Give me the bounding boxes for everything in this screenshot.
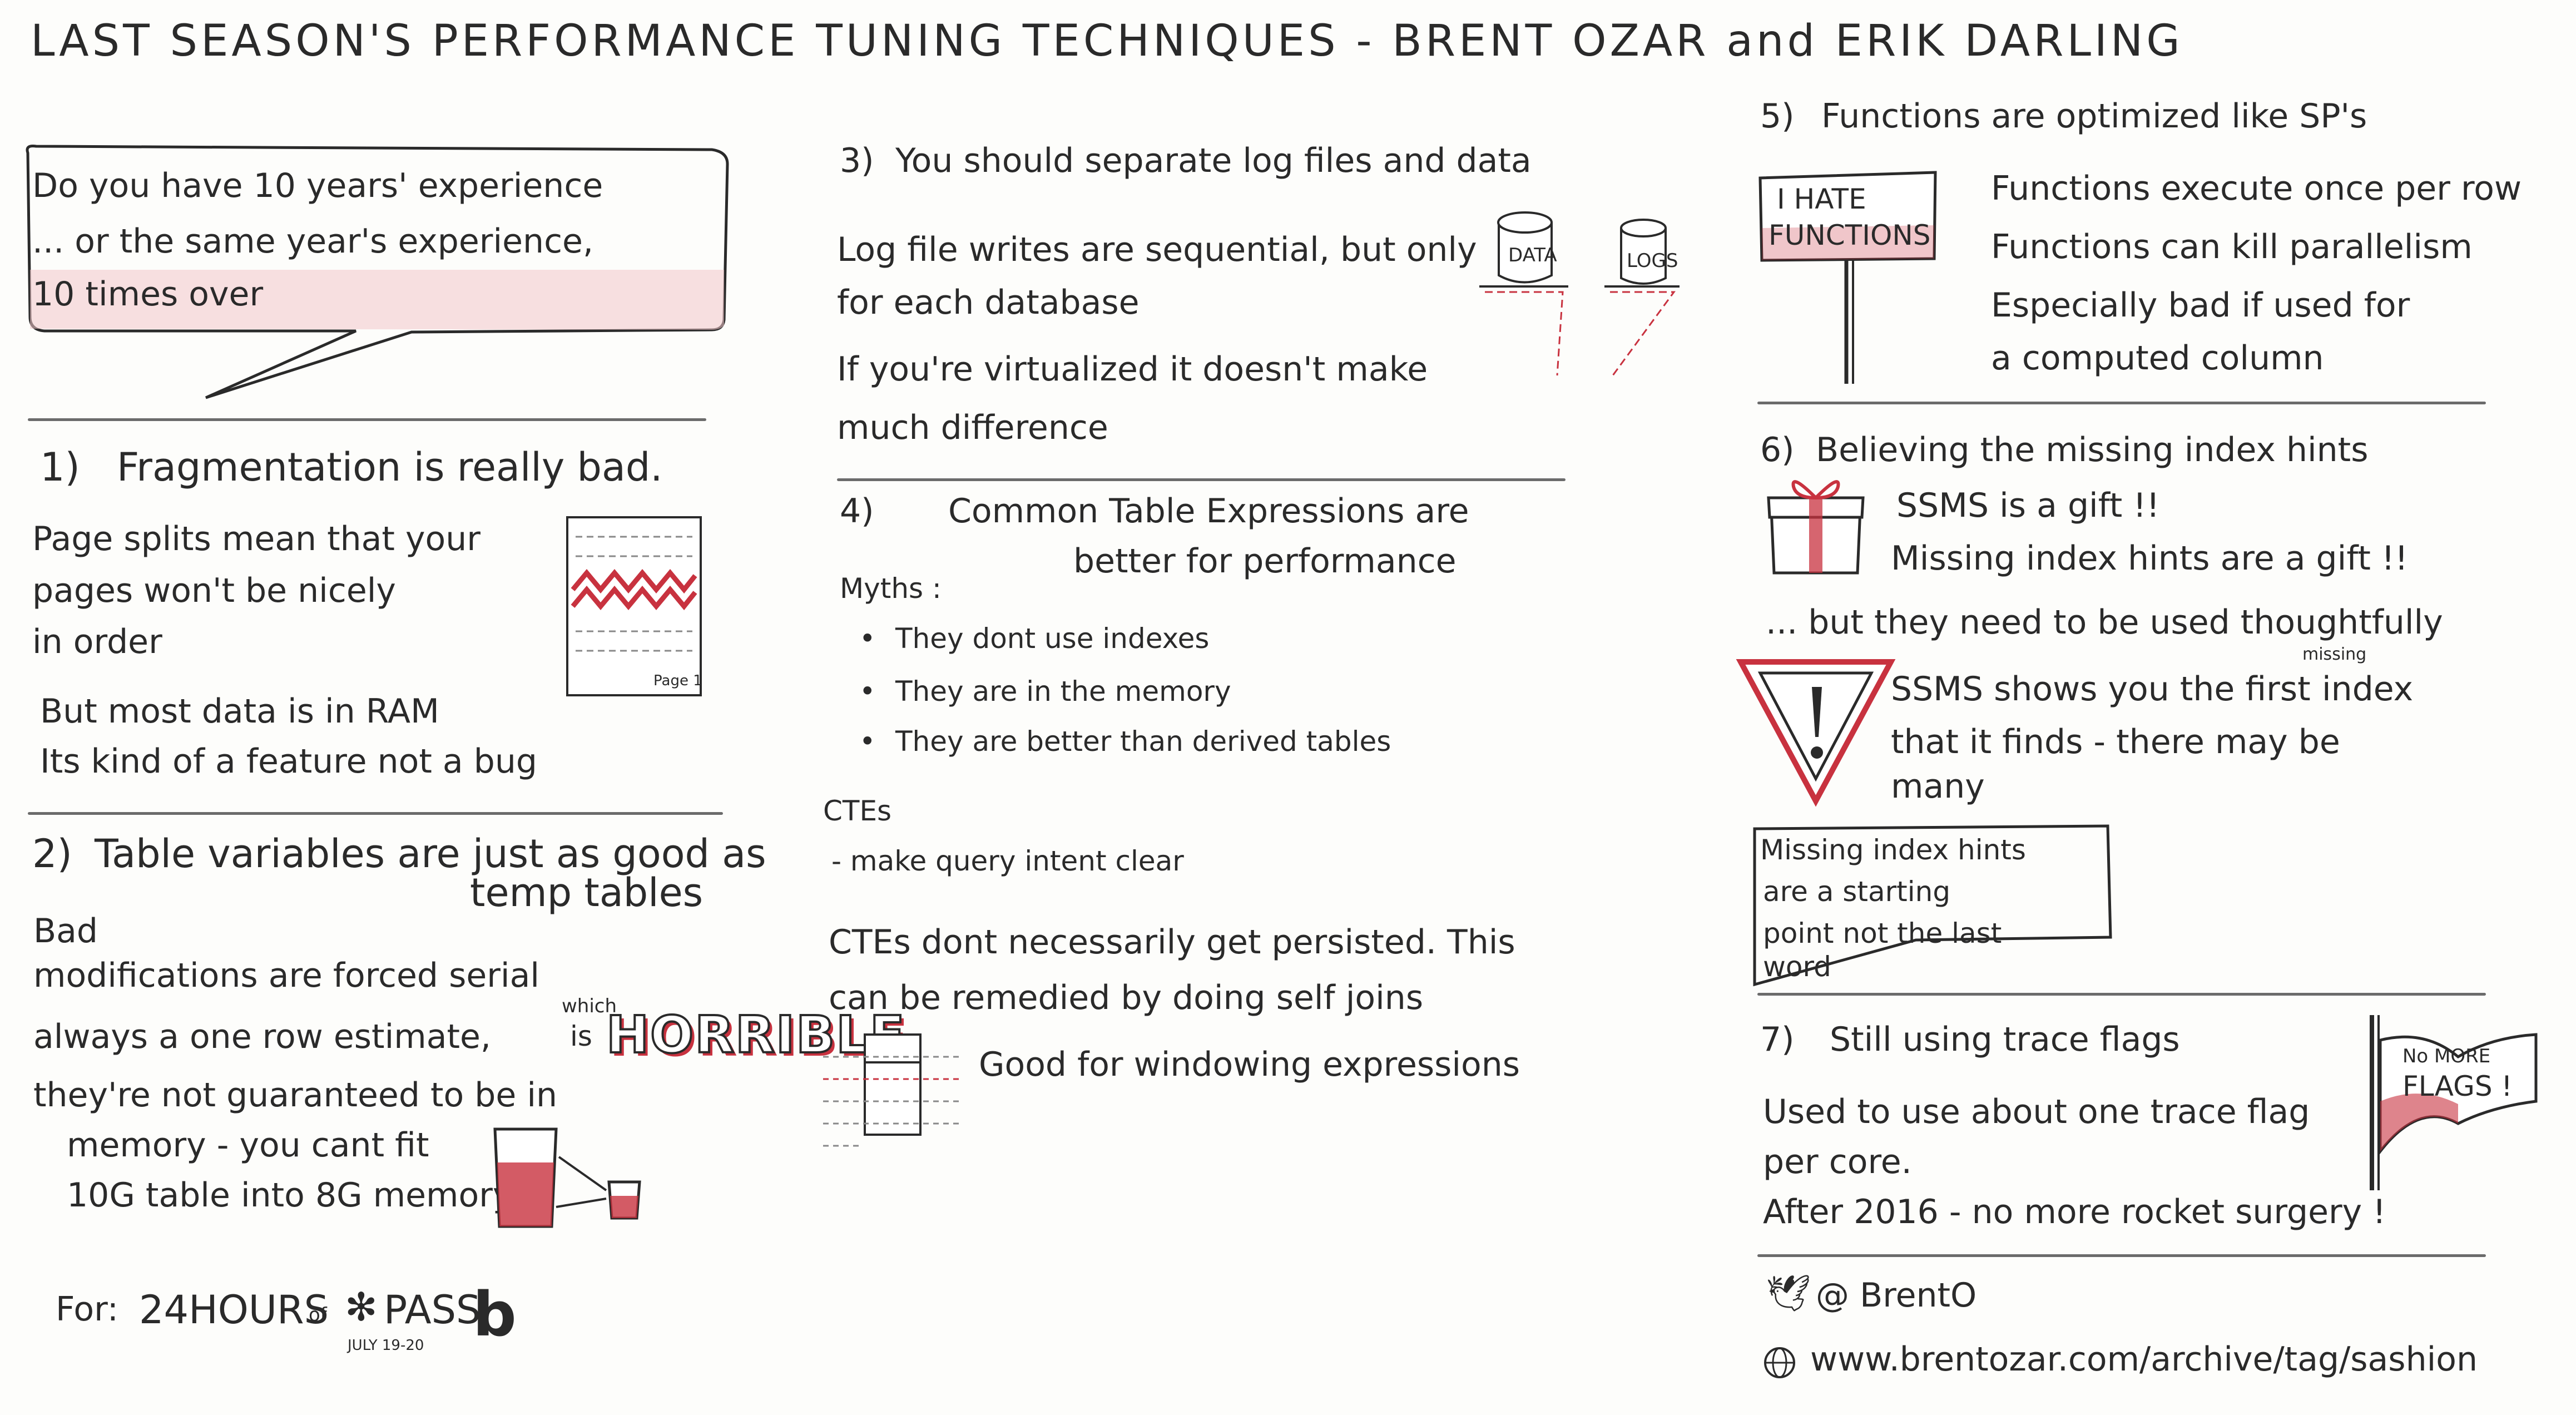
myth-3: They are better than derived tables [895, 725, 1391, 758]
pass-logo-icon: b [473, 1279, 517, 1350]
twitter-handle[interactable]: @ BrentO [1816, 1277, 1976, 1315]
section-5-line-1: Functions execute once per row [1991, 169, 2522, 208]
section-1-body-2: pages won't be nicely [32, 571, 396, 610]
section-3-heading: You should separate log files and data [895, 141, 1532, 180]
page-label: Page 1 [653, 672, 702, 689]
section-5-line-4: a computed column [1991, 339, 2324, 378]
section-1-heading: Fragmentation is really bad. [117, 444, 663, 490]
section-4-good: Good for windowing expressions [979, 1045, 1520, 1084]
myths-label: Myths : [840, 572, 942, 605]
gift-icon [1767, 480, 1865, 575]
section-7-line-2: per core. [1763, 1142, 1912, 1181]
myth-bullet-1: • [859, 622, 876, 655]
logs-cylinder-label: LOGS [1627, 250, 1678, 272]
ctes-label: CTEs [823, 795, 892, 827]
myth-2: They are in the memory [895, 675, 1231, 708]
section-3-para-2b: much difference [837, 408, 1108, 447]
section-2-bullet-2: always a one row estimate, [33, 1017, 491, 1056]
section-2-number: 2) [32, 831, 72, 877]
warning-line-1: SSMS shows you the first [1891, 670, 2311, 709]
section-4-para-2: can be remedied by doing self joins [829, 978, 1424, 1017]
section-5-number: 5) [1760, 97, 1795, 136]
section-2-heading-2: temp tables [470, 870, 704, 916]
section-6-but: ... but they need to be used thoughtfull… [1766, 603, 2443, 642]
section-3-para-1a: Log file writes are sequential, but only [837, 230, 1477, 269]
myth-bullet-3: • [859, 725, 876, 758]
intro-line-2: ... or the same year's experience, [32, 222, 594, 261]
myth-1: They dont use indexes [895, 622, 1210, 655]
gift-line-1: SSMS is a gift !! [1896, 486, 2160, 525]
asterisk-icon: ✻ [345, 1284, 378, 1330]
section-2-bad: Bad [33, 912, 98, 951]
section-7-line-1: Used to use about one trace flag [1763, 1092, 2310, 1131]
divider [837, 478, 1566, 481]
page-title: LAST SEASON'S PERFORMANCE TUNING TECHNIQ… [31, 16, 2183, 66]
section-6-number: 6) [1760, 431, 1795, 469]
footer-of: of [309, 1304, 327, 1326]
section-2-bullet-3b: memory - you cant fit [67, 1126, 429, 1165]
flag-line-1: No MORE [2402, 1045, 2491, 1067]
section-4-number: 4) [840, 492, 874, 531]
divider [1757, 1254, 2486, 1257]
section-1-number: 1) [40, 444, 80, 490]
section-6-heading: Believing the missing index hints [1816, 431, 2369, 469]
divider [1757, 402, 2486, 404]
footer-event: 24HOURS [139, 1287, 329, 1333]
sign-line-1: I HATE [1777, 183, 1866, 215]
section-1-body-1: Page splits mean that your [32, 520, 480, 558]
footer-for: For: [56, 1290, 118, 1329]
section-7-number: 7) [1760, 1020, 1795, 1059]
section-1-bullet-1: But most data is in RAM [40, 692, 439, 731]
section-2-bullet-3: they're not guaranteed to be in [33, 1076, 558, 1115]
note-line-2: are a starting [1763, 875, 1951, 908]
section-4-para-1: CTEs dont necessarily get persisted. Thi… [829, 923, 1515, 962]
missing-caret-label: missing [2302, 645, 2367, 664]
note-line-1: Missing index hints [1760, 834, 2026, 866]
section-5-line-2: Functions can kill parallelism [1991, 227, 2473, 266]
divider [1757, 993, 2486, 996]
section-7-heading: Still using trace flags [1830, 1020, 2180, 1059]
twitter-bird-icon: 🕊 [1766, 1273, 1811, 1314]
warning-sign-icon [1736, 659, 1896, 807]
section-4-heading-2: better for performance [1073, 542, 1457, 581]
table-window-icon [823, 1033, 962, 1147]
flag-line-2: FLAGS ! [2402, 1070, 2513, 1102]
section-1-body-3: in order [32, 622, 162, 661]
sign-line-2: FUNCTIONS [1768, 219, 1931, 251]
section-4-heading: Common Table Expressions are [948, 492, 1469, 531]
myth-bullet-2: • [859, 675, 876, 708]
warning-line-2: that it finds - there may be [1891, 723, 2340, 761]
section-2-bullet-3c: 10G table into 8G memory [67, 1176, 513, 1215]
section-5-line-3: Especially bad if used for [1991, 286, 2410, 325]
warning-index: index [2322, 670, 2414, 709]
footer-pass: PASS [384, 1287, 481, 1333]
is-label: is [570, 1020, 592, 1052]
section-3-para-1b: for each database [837, 283, 1140, 322]
intro-line-3: 10 times over [32, 275, 264, 314]
note-line-4: word [1763, 951, 1831, 983]
globe-icon [1764, 1347, 1795, 1378]
intro-line-1: Do you have 10 years' experience [32, 166, 603, 205]
footer-dates: JULY 19-20 [348, 1337, 424, 1354]
ctes-line: - make query intent clear [831, 845, 1184, 877]
database-cylinders-icon [1479, 211, 1680, 376]
website-link[interactable]: www.brentozar.com/archive/tag/sashion [1810, 1340, 2478, 1379]
glass-icon [493, 1127, 641, 1228]
section-7-line-3: After 2016 - no more rocket surgery ! [1763, 1193, 2386, 1231]
section-1-bullet-2: Its kind of a feature not a bug [40, 742, 537, 781]
divider [28, 418, 706, 421]
divider [28, 812, 723, 815]
fragmented-page-icon [566, 516, 702, 696]
section-3-number: 3) [840, 141, 874, 180]
data-cylinder-label: DATA [1508, 244, 1557, 266]
note-line-3: point not the last [1763, 917, 2002, 949]
gift-line-2: Missing index hints are a gift !! [1891, 539, 2409, 578]
section-2-bullet-1: modifications are forced serial [33, 956, 540, 995]
warning-line-3: many [1891, 767, 1985, 806]
section-5-heading: Functions are optimized like SP's [1821, 97, 2367, 136]
section-3-para-2a: If you're virtualized it doesn't make [837, 350, 1428, 389]
